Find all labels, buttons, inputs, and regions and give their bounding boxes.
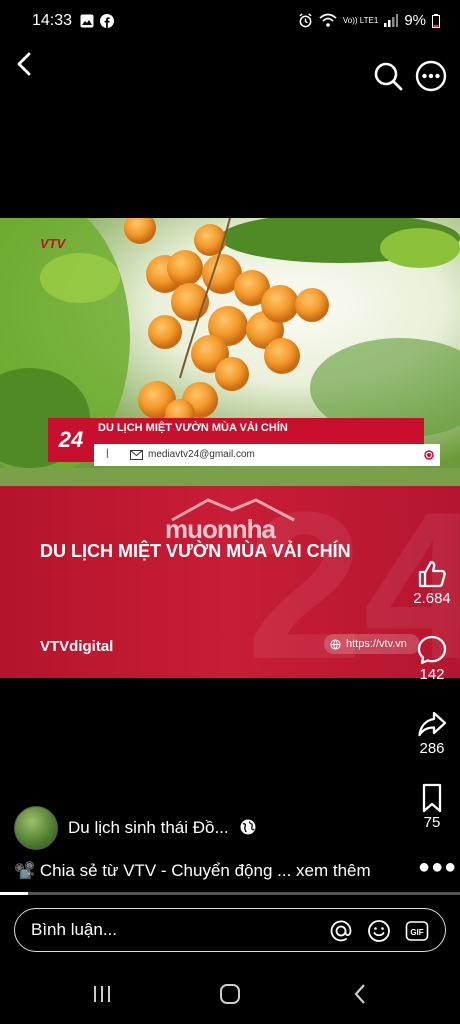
comment-button[interactable]: 142 — [404, 634, 460, 683]
save-button[interactable]: 75 — [404, 782, 460, 831]
share-button[interactable]: 286 — [404, 708, 460, 757]
search-icon[interactable] — [372, 60, 404, 92]
status-time: 14:33 — [32, 12, 73, 29]
vtv-channel-logo: VTV — [40, 236, 66, 251]
signal-icon — [384, 14, 399, 27]
more-icon[interactable] — [415, 60, 447, 92]
like-count: 2.684 — [413, 590, 451, 607]
back-icon[interactable] — [10, 48, 40, 80]
comment-input[interactable]: Bình luận... GIF — [14, 908, 446, 952]
home-icon[interactable] — [219, 983, 241, 1005]
url-text: https://vtv.vn — [346, 638, 407, 650]
globe-icon — [330, 638, 341, 650]
brand-logo: VTVdigital — [40, 638, 114, 655]
page-avatar[interactable] — [14, 806, 58, 850]
ticker-title: DU LỊCH MIỆT VƯỜN MÙA VẢI CHÍN — [98, 422, 288, 434]
mention-icon[interactable] — [329, 919, 353, 943]
post-more-icon[interactable]: ●●● — [418, 856, 457, 879]
svg-text:GIF: GIF — [410, 928, 423, 937]
comment-count: 142 — [419, 666, 445, 683]
panel-title: DU LỊCH MIỆT VƯỜN MÙA VẢI CHÍN — [40, 541, 351, 561]
video-player[interactable]: VTV 24 DU LỊCH MIỆT VƯỜN MÙA VẢI CHÍN | … — [0, 218, 460, 678]
alarm-icon — [299, 13, 312, 28]
gallery-notification-icon — [80, 14, 94, 28]
comment-placeholder: Bình luận... — [31, 920, 118, 939]
bookmark-icon — [422, 783, 442, 813]
gif-icon[interactable]: GIF — [405, 919, 429, 943]
network-label: Vo)) LTE1 — [342, 15, 379, 25]
share-icon — [418, 711, 447, 737]
battery-percent: 9% — [404, 12, 426, 29]
ticker-number: 24 — [48, 418, 94, 462]
ticker-email: mediavtv24@gmail.com — [148, 449, 255, 460]
like-button[interactable]: 2.684 — [404, 558, 460, 607]
page-name[interactable]: Du lịch sinh thái Đồ... — [68, 818, 229, 838]
ticker-info-bar: | mediavtv24@gmail.com — [94, 444, 440, 466]
ticker-separator: | — [106, 448, 109, 459]
wifi-icon — [319, 13, 337, 27]
share-count: 286 — [419, 740, 445, 757]
description-text: Chia sẻ từ VTV - Chuyển động ... — [39, 861, 292, 880]
video-camera-emoji: 📽️ — [14, 861, 36, 880]
comment-icon — [417, 635, 447, 665]
title-panel: 24 muonnha DU LỊCH MIỆT VƯỜN MÙA VẢI CHÍ… — [0, 481, 460, 678]
save-count: 75 — [423, 814, 441, 831]
nav-back-icon[interactable] — [352, 983, 368, 1005]
battery-icon — [432, 13, 440, 28]
status-bar: 14:33 Vo)) LTE1 9% — [0, 0, 460, 44]
mail-icon — [130, 450, 143, 460]
record-icon — [424, 450, 434, 460]
video-progress[interactable] — [0, 892, 460, 895]
progress-fill — [0, 892, 28, 895]
recent-apps-icon[interactable] — [90, 984, 114, 1004]
public-globe-icon — [240, 819, 256, 835]
post-description[interactable]: 📽️ Chia sẻ từ VTV - Chuyển động ... xem … — [14, 861, 371, 881]
see-more-link[interactable]: xem thêm — [296, 861, 371, 880]
system-nav-bar — [0, 968, 460, 1024]
like-icon — [418, 560, 446, 588]
facebook-notification-icon — [100, 14, 114, 28]
status-right: Vo)) LTE1 9% — [298, 12, 440, 29]
emoji-icon[interactable] — [367, 919, 391, 943]
